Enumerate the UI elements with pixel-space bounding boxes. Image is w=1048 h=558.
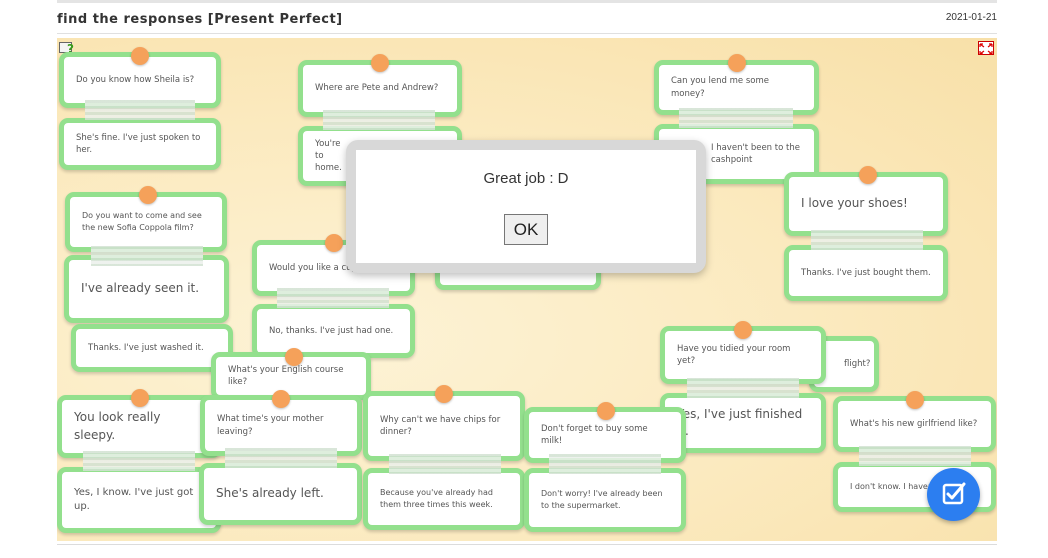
tape-strip — [91, 246, 203, 266]
tape-strip — [85, 100, 195, 120]
pin-icon — [325, 234, 343, 252]
pin-icon — [859, 166, 877, 184]
pin-icon — [139, 186, 157, 204]
tape-strip — [323, 110, 435, 130]
tape-strip — [687, 378, 799, 398]
dialog-body: Great job : D OK — [356, 150, 696, 263]
activity-board: ? Do you know how Sheila is? She's fine.… — [57, 38, 997, 541]
ok-button[interactable]: OK — [504, 214, 548, 245]
response-card[interactable]: She's fine. I've just spoken to her. — [59, 118, 221, 170]
result-dialog: Great job : D OK — [346, 140, 706, 273]
response-card[interactable]: No, thanks. I've just had one. — [252, 304, 415, 358]
tape-strip — [389, 454, 501, 474]
result-message: Great job : D — [483, 170, 569, 187]
pin-icon — [597, 402, 615, 420]
pin-icon — [285, 348, 303, 366]
page-title: find the responses [Present Perfect] — [57, 12, 343, 27]
footer-divider — [57, 544, 997, 545]
pin-icon — [272, 390, 290, 408]
tape-strip — [811, 230, 923, 250]
expand-icon[interactable] — [978, 41, 994, 55]
tape-strip — [859, 446, 971, 466]
pin-icon — [131, 47, 149, 65]
tape-strip — [225, 448, 337, 468]
check-icon — [942, 482, 966, 505]
response-card[interactable]: Because you've already had them three ti… — [363, 468, 525, 530]
pin-icon — [906, 391, 924, 409]
pin-icon — [435, 385, 453, 403]
tape-strip — [277, 288, 389, 308]
response-card[interactable]: Yes, I know. I've just got up. — [57, 467, 221, 533]
pin-icon — [131, 389, 149, 407]
response-card[interactable]: She's already left. — [199, 463, 362, 525]
pin-icon — [371, 54, 389, 72]
tape-strip — [679, 108, 793, 128]
check-answers-button[interactable] — [927, 468, 980, 521]
pin-icon — [728, 54, 746, 72]
response-card[interactable]: Thanks. I've just washed it. — [71, 324, 233, 372]
date-label: 2021-01-21 — [945, 12, 997, 23]
header-divider — [57, 33, 997, 34]
top-border — [57, 0, 997, 3]
tape-strip — [83, 451, 195, 471]
response-card[interactable]: Thanks. I've just bought them. — [784, 245, 948, 301]
response-card[interactable]: Don't worry! I've already been to the su… — [524, 468, 686, 532]
tape-strip — [549, 454, 661, 474]
pin-icon — [734, 321, 752, 339]
